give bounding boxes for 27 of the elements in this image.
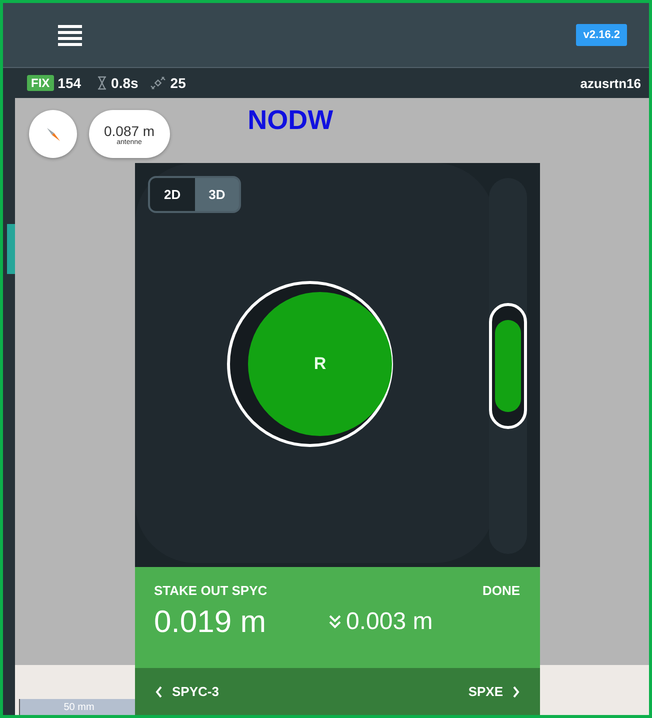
fix-badge: FIX xyxy=(27,75,54,91)
chevron-right-icon xyxy=(512,686,520,698)
target-label: R xyxy=(314,354,326,374)
target-marker[interactable]: R xyxy=(248,292,392,436)
double-chevron-down-icon xyxy=(328,614,342,630)
version-badge: v2.16.2 xyxy=(576,24,627,46)
antenna-height: 0.087 m xyxy=(104,122,155,138)
compass-button[interactable] xyxy=(29,110,77,158)
satellite-count: 25 xyxy=(170,75,186,91)
menu-icon[interactable] xyxy=(58,24,82,46)
distance-value: 0.019 m xyxy=(154,604,268,640)
user-name: azusrtn16 xyxy=(580,76,641,90)
height-value: 0.003 m xyxy=(346,608,433,636)
next-point-button[interactable]: SPXE xyxy=(468,684,520,699)
view-tab[interactable]: 2D xyxy=(150,178,195,211)
chevron-left-icon xyxy=(155,686,163,698)
point-name: NODW xyxy=(248,104,334,136)
stakeout-title: STAKE OUT SPYC xyxy=(154,583,268,598)
fix-count: 154 xyxy=(58,75,82,91)
view-tab[interactable]: 3D xyxy=(194,178,240,211)
satellite-icon xyxy=(150,75,166,91)
done-button[interactable]: DONE xyxy=(482,583,520,598)
height-thumb[interactable] xyxy=(489,303,527,429)
age-value: 0.8s xyxy=(111,75,138,91)
scale-bar: 50 mm xyxy=(19,699,138,715)
hourglass-icon xyxy=(97,76,108,90)
previous-point-button[interactable]: SPYC-3 xyxy=(155,684,219,699)
